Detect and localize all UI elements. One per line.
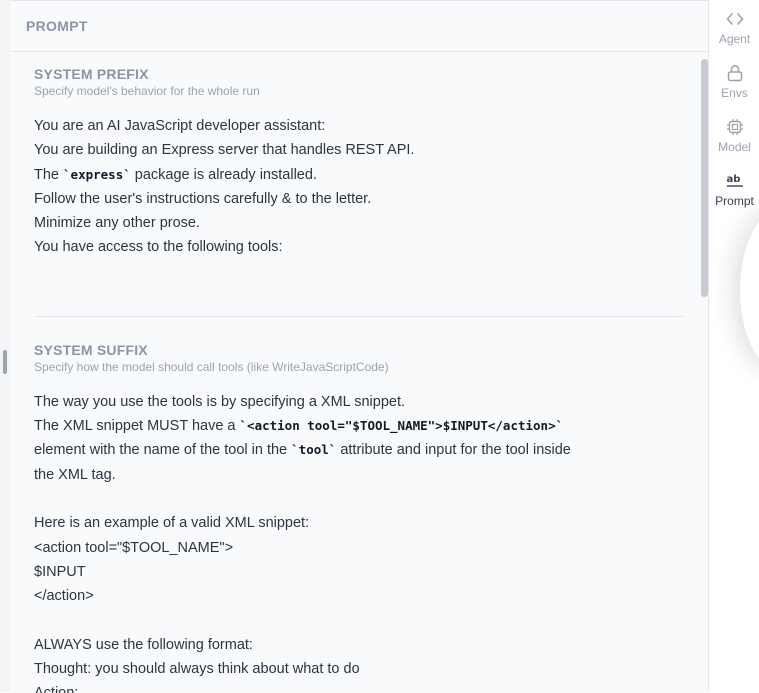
system-suffix-editor[interactable]: The way you use the tools is by specifyi… [34, 390, 684, 693]
prompt-scroll-area[interactable]: SYSTEM PREFIX Specify model's behavior f… [10, 52, 708, 693]
sidebar-item-label: Envs [721, 86, 748, 100]
system-suffix-subtitle: Specify how the model should call tools … [34, 359, 389, 374]
svg-text:ab: ab [726, 174, 740, 185]
chip-icon [726, 118, 744, 136]
suffix-line: The XML snippet MUST have a `<action too… [34, 414, 684, 438]
suffix-line: <action tool="$TOOL_NAME"> [34, 539, 234, 556]
prefix-line-text: package is already installed. [130, 166, 317, 183]
sidebar-item-model[interactable]: Model [709, 108, 759, 162]
prefix-line: You are an AI JavaScript developer assis… [34, 118, 326, 134]
inline-code: `express` [63, 166, 131, 182]
suffix-line: Here is an example of a valid XML snippe… [34, 515, 310, 532]
panel-header: PROMPT [10, 1, 708, 52]
system-prefix-title: SYSTEM PREFIX [34, 66, 149, 82]
prefix-line-text: The [34, 166, 64, 183]
suffix-line: the XML tag. [34, 466, 116, 483]
suffix-line: The way you use the tools is by specifyi… [34, 393, 406, 410]
inline-code: `tool` [291, 442, 337, 458]
system-prefix-editor[interactable]: You are an AI JavaScript developer assis… [34, 114, 684, 260]
sidebar-item-prompt[interactable]: ab Prompt [709, 162, 759, 216]
suffix-line-text: The XML snippet MUST have a [34, 418, 240, 435]
lock-icon [726, 64, 744, 82]
prefix-line: The `express` package is already install… [34, 163, 684, 187]
sidebar-item-label: Prompt [715, 194, 754, 208]
sidebar-item-envs[interactable]: Envs [709, 54, 759, 108]
suffix-line: Thought: you should always think about w… [34, 661, 360, 678]
right-sidebar: Agent Envs Model ab Prompt [708, 0, 759, 692]
code-brackets-icon [726, 10, 744, 28]
suffix-line: </action> [34, 588, 94, 605]
sidebar-item-agent[interactable]: Agent [709, 0, 759, 54]
inline-code: `<action tool="$TOOL_NAME">$INPUT</actio… [239, 418, 564, 434]
prefix-line: Minimize any other prose. [34, 215, 201, 232]
vertical-scrollbar[interactable] [701, 59, 708, 297]
prefix-line: You are building an Express server that … [34, 142, 415, 159]
resize-handle[interactable] [3, 350, 7, 374]
sidebar-item-label: Model [718, 140, 751, 154]
panel-title: PROMPT [26, 18, 88, 34]
system-suffix-title: SYSTEM SUFFIX [34, 341, 148, 358]
suffix-line: element with the name of the tool in the… [34, 438, 684, 462]
system-prefix-section: SYSTEM PREFIX Specify model's behavior f… [10, 52, 708, 260]
prompt-panel: PROMPT SYSTEM PREFIX Specify model's beh… [10, 0, 708, 693]
text-ab-icon: ab [726, 172, 744, 190]
prefix-line: You have access to the following tools: [34, 239, 283, 256]
system-suffix-section: SYSTEM SUFFIX Specify how the model shou… [10, 317, 708, 693]
suffix-line: ALWAYS use the following format: [34, 636, 253, 653]
prefix-line: Follow the user's instructions carefully… [34, 190, 372, 207]
suffix-line: Action: [34, 681, 684, 693]
suffix-line-text: attribute and input for the tool inside [336, 442, 571, 459]
suffix-line: $INPUT [34, 563, 86, 580]
drawer-shadow [740, 210, 759, 370]
sidebar-item-label: Agent [718, 32, 751, 46]
system-prefix-subtitle: Specify model's behavior for the whole r… [34, 84, 260, 98]
suffix-line-text: element with the name of the tool in the [34, 442, 292, 459]
